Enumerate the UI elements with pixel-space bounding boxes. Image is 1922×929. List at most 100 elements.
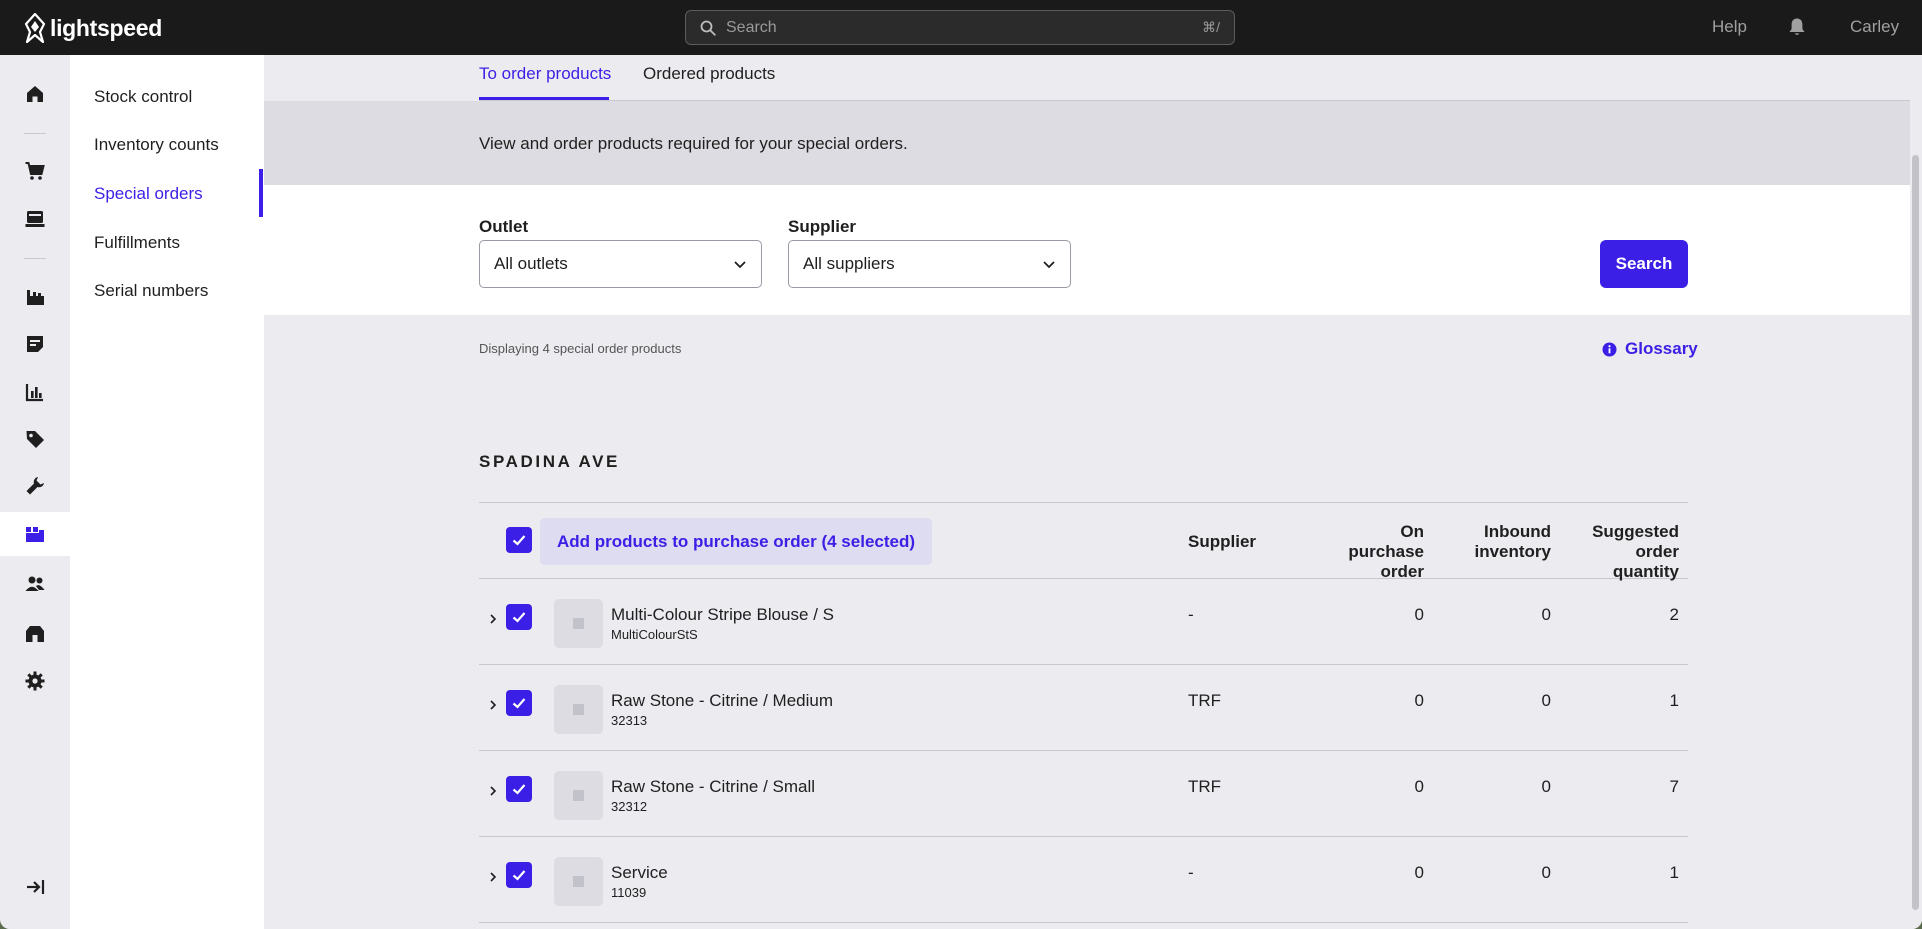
outlet-select-value: All outlets bbox=[494, 254, 568, 273]
outlet-select[interactable]: All outlets bbox=[479, 240, 762, 288]
table-header: Add products to purchase order (4 select… bbox=[479, 502, 1688, 581]
icon-rail bbox=[0, 55, 70, 929]
product-name[interactable]: Service bbox=[611, 863, 668, 883]
info-text: View and order products required for you… bbox=[479, 134, 908, 153]
check-icon bbox=[512, 870, 526, 881]
register-icon[interactable] bbox=[0, 197, 70, 241]
cart-icon[interactable] bbox=[0, 149, 70, 193]
outlet-section-title: SPADINA AVE bbox=[479, 452, 621, 471]
product-sku: 32313 bbox=[611, 713, 648, 728]
table-row[interactable]: Raw Stone - Citrine / Small 32312 TRF 0 … bbox=[479, 751, 1688, 837]
product-name[interactable]: Raw Stone - Citrine / Small bbox=[611, 777, 815, 797]
product-name[interactable]: Raw Stone - Citrine / Medium bbox=[611, 691, 833, 711]
on-purchase-order-cell: 0 bbox=[1414, 691, 1424, 710]
search-shortcut-hint: ⌘/ bbox=[1202, 19, 1220, 35]
inventory-subnav: Stock control Inventory counts Special o… bbox=[70, 55, 264, 929]
add-to-purchase-order-button[interactable]: Add products to purchase order (4 select… bbox=[540, 518, 933, 565]
subnav-item-fulfillments[interactable]: Fulfillments bbox=[94, 233, 180, 253]
tab-bar: To order products Ordered products bbox=[479, 55, 1922, 101]
glossary-label: Glossary bbox=[1625, 339, 1698, 358]
collapse-icon[interactable] bbox=[0, 865, 70, 909]
on-purchase-order-cell: 0 bbox=[1414, 777, 1424, 796]
glossary-link[interactable]: Glossary bbox=[1602, 339, 1698, 359]
supplier-label: Supplier bbox=[788, 217, 857, 236]
supplier-cell: - bbox=[1188, 863, 1194, 882]
subnav-item-serial-numbers[interactable]: Serial numbers bbox=[94, 281, 208, 301]
invoice-icon[interactable] bbox=[0, 322, 70, 366]
check-icon bbox=[512, 535, 526, 546]
settings-icon[interactable] bbox=[0, 659, 70, 703]
check-icon bbox=[512, 784, 526, 795]
supplier-cell: - bbox=[1188, 605, 1194, 624]
inbound-inventory-cell: 0 bbox=[1541, 777, 1551, 796]
reports-icon[interactable] bbox=[0, 370, 70, 414]
row-checkbox[interactable] bbox=[506, 604, 532, 630]
flame-logo-icon bbox=[24, 13, 46, 43]
tab-ordered-products[interactable]: Ordered products bbox=[643, 64, 775, 84]
subnav-item-stock-control[interactable]: Stock control bbox=[94, 87, 192, 107]
select-all-checkbox[interactable] bbox=[506, 527, 532, 553]
suggested-quantity-cell: 1 bbox=[1669, 863, 1679, 882]
column-header-suggested-quantity: Suggested order quantity bbox=[1592, 522, 1679, 581]
chevron-right-icon[interactable] bbox=[487, 871, 499, 883]
scrollbar-thumb[interactable] bbox=[1912, 155, 1919, 910]
customers-icon[interactable] bbox=[0, 562, 70, 606]
inbound-inventory-cell: 0 bbox=[1541, 691, 1551, 710]
inbound-inventory-cell: 0 bbox=[1541, 605, 1551, 624]
chevron-right-icon[interactable] bbox=[487, 699, 499, 711]
rail-divider bbox=[24, 258, 46, 259]
rail-divider bbox=[24, 133, 46, 134]
app-window: lightspeed ⌘/ Help Carley bbox=[0, 0, 1922, 929]
chevron-down-icon bbox=[734, 261, 746, 269]
product-thumbnail bbox=[554, 771, 603, 820]
supplier-select-value: All suppliers bbox=[803, 254, 895, 273]
product-sku: 32312 bbox=[611, 799, 648, 814]
info-banner: View and order products required for you… bbox=[264, 101, 1910, 185]
supplier-cell: TRF bbox=[1188, 691, 1222, 710]
filter-panel: Outlet All outlets Supplier All supplier… bbox=[264, 185, 1910, 315]
suggested-quantity-cell: 1 bbox=[1669, 691, 1679, 710]
search-button[interactable]: Search bbox=[1600, 240, 1688, 288]
supplier-cell: TRF bbox=[1188, 777, 1222, 796]
suggested-quantity-cell: 2 bbox=[1669, 605, 1679, 624]
user-menu[interactable]: Carley bbox=[1850, 17, 1899, 37]
global-search[interactable]: ⌘/ bbox=[685, 10, 1235, 45]
product-thumbnail bbox=[554, 685, 603, 734]
check-icon bbox=[512, 612, 526, 623]
table-row[interactable]: Raw Stone - Citrine / Medium 32313 TRF 0… bbox=[479, 665, 1688, 751]
info-icon bbox=[1602, 342, 1617, 356]
row-checkbox[interactable] bbox=[506, 776, 532, 802]
bell-icon[interactable] bbox=[1788, 17, 1806, 37]
active-indicator bbox=[259, 169, 263, 217]
table-row[interactable]: Multi-Colour Stripe Blouse / S MultiColo… bbox=[479, 579, 1688, 665]
check-icon bbox=[512, 698, 526, 709]
subnav-item-special-orders[interactable]: Special orders bbox=[94, 184, 203, 204]
table-row[interactable]: Service 11039 - 0 0 1 bbox=[479, 837, 1688, 923]
row-checkbox[interactable] bbox=[506, 690, 532, 716]
chevron-right-icon[interactable] bbox=[487, 785, 499, 797]
row-checkbox[interactable] bbox=[506, 862, 532, 888]
product-sku: MultiColourStS bbox=[611, 627, 698, 642]
suggested-quantity-cell: 7 bbox=[1669, 777, 1679, 796]
store-icon[interactable] bbox=[0, 612, 70, 656]
tag-icon[interactable] bbox=[0, 417, 70, 461]
tools-icon[interactable] bbox=[0, 464, 70, 508]
product-name[interactable]: Multi-Colour Stripe Blouse / S bbox=[611, 605, 834, 625]
help-link[interactable]: Help bbox=[1712, 17, 1747, 37]
product-sku: 11039 bbox=[611, 885, 647, 900]
on-purchase-order-cell: 0 bbox=[1414, 863, 1424, 882]
search-input[interactable] bbox=[726, 18, 1203, 37]
active-tab-underline bbox=[479, 97, 609, 100]
chevron-down-icon bbox=[1043, 261, 1055, 269]
special-orders-table: Add products to purchase order (4 select… bbox=[479, 502, 1688, 923]
product-thumbnail bbox=[554, 599, 603, 648]
lightspeed-logo[interactable]: lightspeed bbox=[22, 13, 162, 43]
chevron-right-icon[interactable] bbox=[487, 613, 499, 625]
tab-to-order-products[interactable]: To order products bbox=[479, 64, 611, 84]
supplier-select[interactable]: All suppliers bbox=[788, 240, 1071, 288]
product-thumbnail bbox=[554, 857, 603, 906]
inventory-icon[interactable] bbox=[0, 512, 70, 556]
catalog-icon[interactable] bbox=[0, 275, 70, 319]
home-icon[interactable] bbox=[0, 72, 70, 116]
subnav-item-inventory-counts[interactable]: Inventory counts bbox=[94, 135, 219, 155]
